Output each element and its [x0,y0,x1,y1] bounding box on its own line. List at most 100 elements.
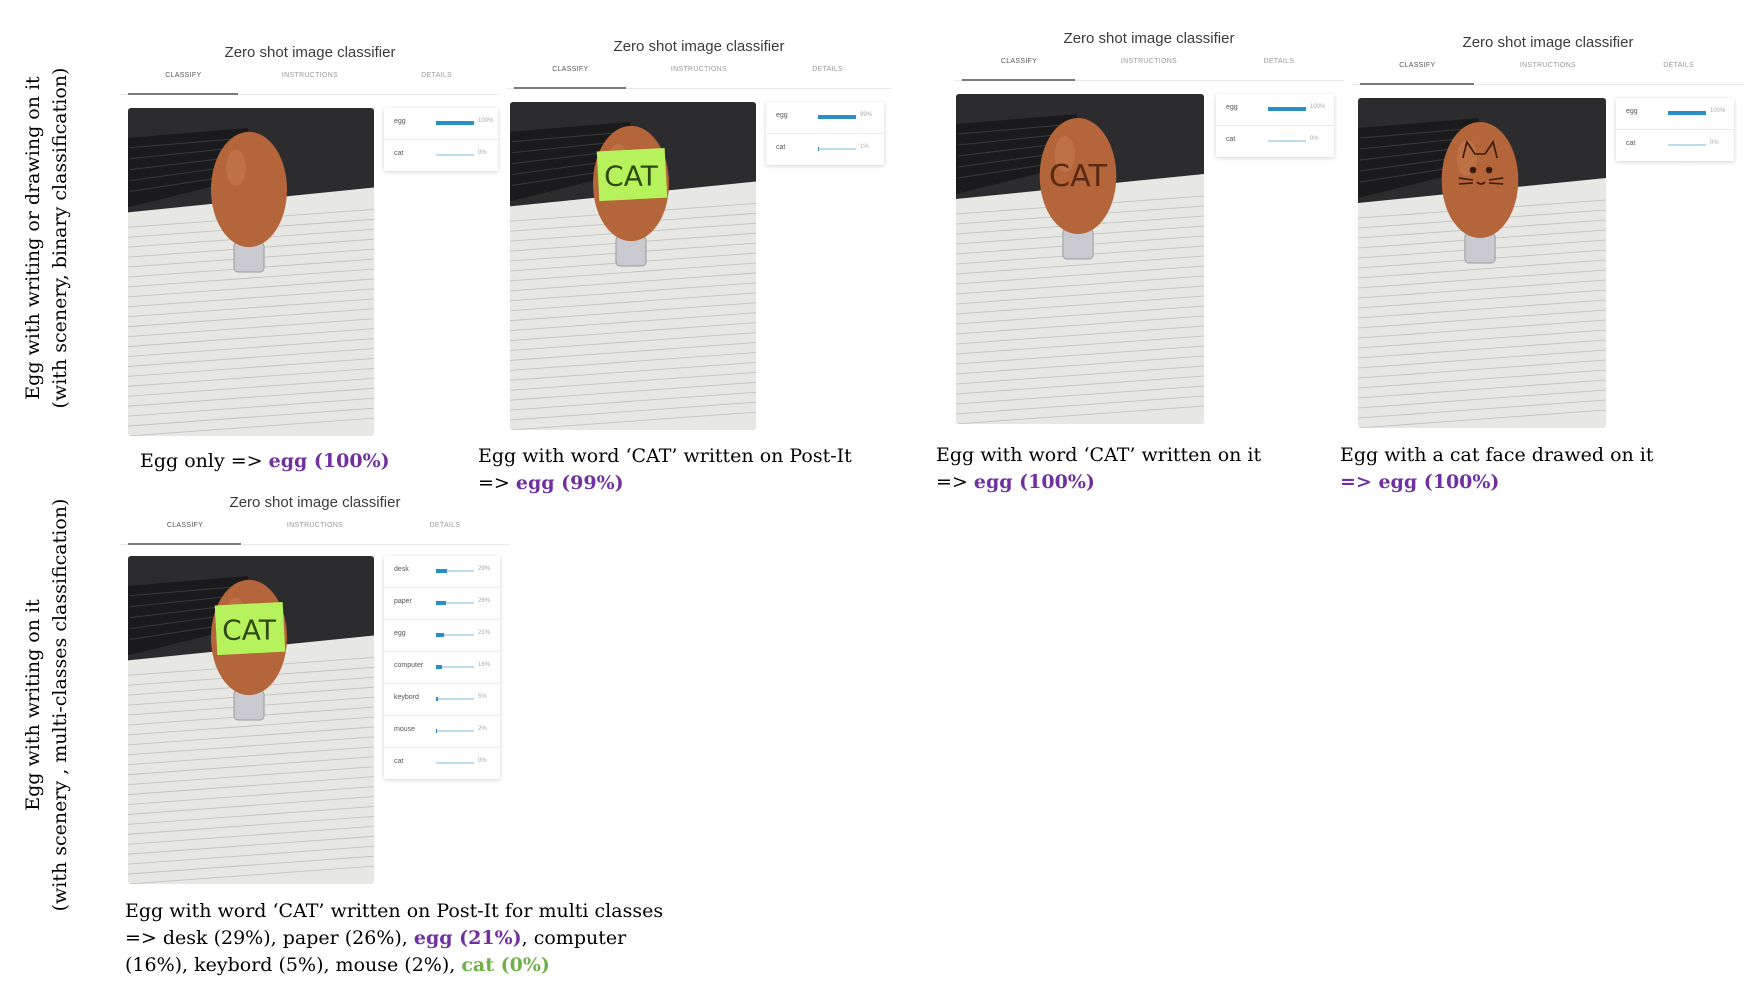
tab-details[interactable]: DETAILS [380,522,510,529]
result-label: egg [394,630,406,637]
egg-photo-5: CAT [128,556,374,884]
result-bar-track [436,601,474,605]
tab-classify[interactable]: CLASSIFY [1352,62,1483,69]
result-row: mouse 2% [384,716,500,748]
tab-classify[interactable]: CLASSIFY [120,522,250,529]
result-label: egg [1626,108,1638,115]
result-bar-fill [436,569,448,573]
tab-details[interactable]: DETAILS [373,72,500,79]
tab-details[interactable]: DETAILS [1613,62,1744,69]
result-row: desk 29% [384,556,500,588]
classifier-screenshot-1: Zero shot image classifier CLASSIFY INSTRU… [120,42,500,442]
tab-instructions[interactable]: INSTRUCTIONS [1084,58,1214,65]
active-tab-underline [127,543,241,545]
caption-multiclass-line2a: => desk (29%), paper (26%), [125,927,414,949]
result-percent: 5% [478,694,487,700]
app-title: Zero shot image classifier [1063,30,1235,47]
result-label: computer [394,662,424,669]
result-label: cat [1226,136,1236,143]
result-label: cat [394,150,404,157]
tab-classify[interactable]: CLASSIFY [954,58,1084,65]
tab-bar: CLASSIFY INSTRUCTIONS DETAILS [120,516,510,545]
result-bar-track [1268,140,1306,142]
caption-postit-arrow: => [478,472,516,494]
egg-photo-1 [128,108,374,436]
tab-classify[interactable]: CLASSIFY [120,72,247,79]
tab-details[interactable]: DETAILS [763,66,892,73]
result-row: cat 1% [766,134,884,165]
tab-instructions[interactable]: INSTRUCTIONS [247,72,374,79]
result-label: keybord [394,694,419,701]
row-label-multiclass-line2: (with scenery , multi-classes classifica… [49,498,71,912]
result-row: egg 100% [1216,94,1334,126]
result-label: paper [394,598,412,605]
postit-cat-text: CAT [604,160,659,193]
uploaded-image[interactable]: CAT [956,94,1204,424]
result-bar-track [436,569,474,573]
caption-egg-only-result: egg (100%) [268,450,390,472]
result-bar-fill [436,665,443,669]
caption-egg-only: Egg only => egg (100%) [140,448,390,475]
result-percent: 1% [860,144,869,150]
uploaded-image[interactable]: CAT [510,102,756,430]
row-label-binary-line1: Egg with writing or drawing on it [22,76,44,400]
classifier-screenshot-5: Zero shot image classifier CLASSIFY INSTRU… [120,492,510,892]
uploaded-image[interactable] [1358,98,1606,428]
row-label-multiclass-line1: Egg with writing on it [22,599,44,811]
result-percent: 99% [860,112,873,118]
tab-instructions[interactable]: INSTRUCTIONS [635,66,764,73]
caption-egg-only-text: Egg only => [140,450,269,472]
active-tab-underline [1359,83,1474,85]
egg-photo-4 [1358,98,1606,428]
result-percent: 100% [478,118,494,124]
result-bar-fill [1268,107,1306,111]
result-row: computer 16% [384,652,500,684]
result-percent: 2% [478,726,487,732]
result-label: cat [1626,140,1636,147]
result-percent: 29% [478,566,491,572]
app-title: Zero shot image classifier [1462,34,1634,51]
result-label: cat [394,758,404,765]
caption-written-result: egg (100%) [973,471,1095,493]
uploaded-image[interactable] [128,108,374,436]
result-bar-track [436,665,474,669]
result-percent: 21% [478,630,491,636]
result-bar-track [818,115,856,119]
result-bar-fill [436,633,444,637]
row-label-binary-line2: (with scenery, binary classification) [49,67,71,409]
result-bar-track [1668,144,1706,146]
caption-written-arrow: => [936,471,974,493]
uploaded-image[interactable]: CAT [128,556,374,884]
result-bar-fill [436,729,437,733]
tab-instructions[interactable]: INSTRUCTIONS [1483,62,1614,69]
tab-bar: CLASSIFY INSTRUCTIONS DETAILS [954,52,1344,81]
result-row: keybord 5% [384,684,500,716]
caption-multiclass-cat: cat (0%) [461,954,550,976]
caption-postit-result: egg (99%) [515,472,624,494]
caption-catface-result: => egg (100%) [1340,471,1500,493]
app-title: Zero shot image classifier [229,494,401,511]
tab-instructions[interactable]: INSTRUCTIONS [250,522,380,529]
result-label: egg [776,112,788,119]
caption-postit: Egg with word ‘CAT’ written on Post-It =… [478,443,852,497]
result-bar-fill [436,121,474,125]
result-row: egg 99% [766,102,884,134]
result-row: cat 0% [1216,126,1334,157]
tab-classify[interactable]: CLASSIFY [506,66,635,73]
result-bar-track [436,154,474,156]
caption-multiclass-line3a: (16%), keybord (5%), mouse (2%), [125,954,462,976]
caption-multiclass-egg: egg (21%) [413,927,522,949]
written-cat-text: CAT [1049,159,1108,194]
result-row: cat 0% [384,748,500,779]
result-percent: 100% [1710,108,1726,114]
result-row: egg 100% [1616,98,1734,130]
results-card: egg 100% cat 0% [1616,98,1734,161]
tab-details[interactable]: DETAILS [1214,58,1344,65]
caption-multiclass-line2c: , computer [521,927,627,949]
results-card: egg 100% cat 0% [1216,94,1334,157]
result-bar-track [1668,111,1706,115]
result-label: desk [394,566,409,573]
classifier-screenshot-4: Zero shot image classifier CLASSIFY INSTRU… [1352,32,1744,432]
result-percent: 0% [1710,140,1719,146]
result-bar-track [436,697,474,701]
